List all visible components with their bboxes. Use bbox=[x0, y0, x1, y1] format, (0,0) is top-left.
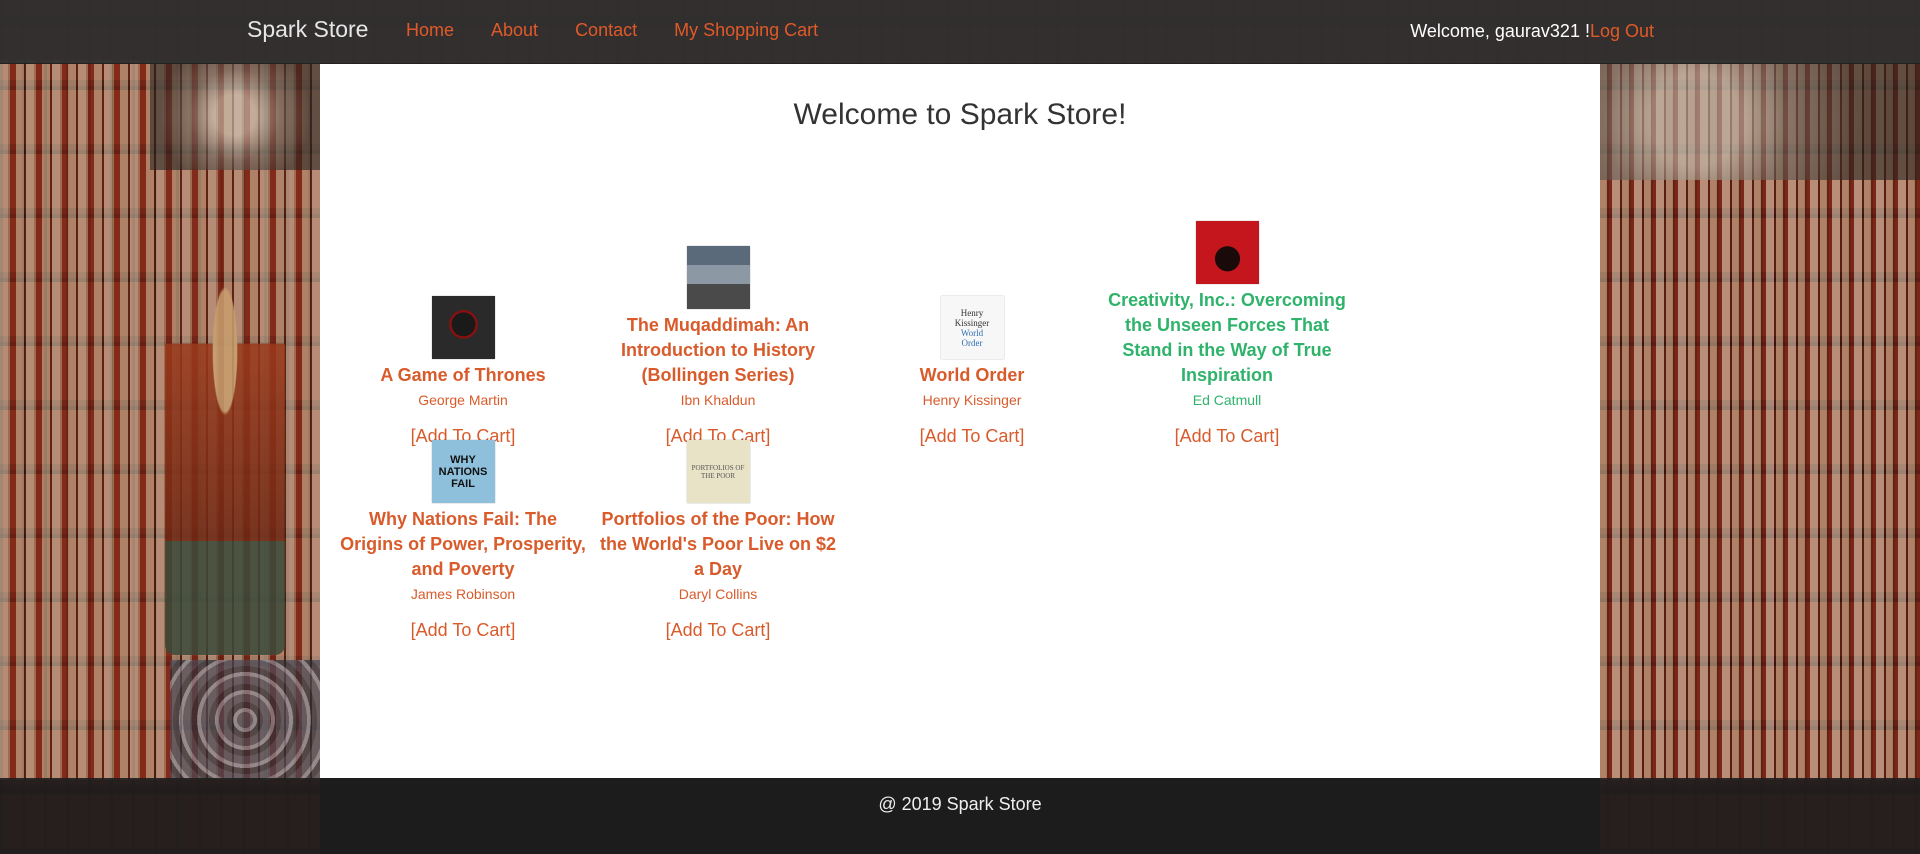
welcome-text: Welcome, gaurav321 ! bbox=[1410, 21, 1590, 41]
book-cover-image[interactable] bbox=[431, 296, 495, 359]
cover-text: Henry bbox=[960, 307, 984, 318]
product-title-link[interactable]: Creativity, Inc.: Overcoming the Unseen … bbox=[1102, 288, 1352, 388]
product-author: Ed Catmull bbox=[1192, 392, 1262, 408]
logout-link[interactable]: Log Out bbox=[1590, 21, 1654, 41]
nav-links: Home About Contact My Shopping Cart bbox=[406, 20, 855, 41]
footer: @ 2019 Spark Store bbox=[0, 778, 1920, 854]
cover-text: Kissinger bbox=[954, 317, 990, 328]
nav-shopping-cart[interactable]: My Shopping Cart bbox=[674, 20, 818, 41]
cover-text: FAIL bbox=[451, 477, 475, 490]
ornament-right bbox=[1600, 60, 1920, 180]
add-to-cart-link[interactable]: [Add To Cart] bbox=[411, 618, 516, 642]
cover-text: Order bbox=[961, 337, 983, 348]
product-card: WHY NATIONS FAIL Why Nations Fail: The O… bbox=[338, 364, 588, 642]
main-content: Welcome to Spark Store! A Game of Throne… bbox=[320, 63, 1600, 778]
cover-text: WHY bbox=[450, 453, 476, 466]
brand-link[interactable]: Spark Store bbox=[247, 16, 368, 43]
statue bbox=[165, 275, 285, 655]
nav-about[interactable]: About bbox=[491, 20, 538, 41]
user-area: Welcome, gaurav321 !Log Out bbox=[1410, 21, 1654, 42]
book-cover-image[interactable]: Henry Kissinger World Order bbox=[940, 296, 1004, 359]
add-to-cart-link[interactable]: [Add To Cart] bbox=[920, 424, 1025, 448]
nav-contact[interactable]: Contact bbox=[575, 20, 637, 41]
carved-pedestal bbox=[170, 660, 320, 780]
product-title-link[interactable]: Portfolios of the Poor: How the World's … bbox=[593, 507, 843, 582]
product-card: Henry Kissinger World Order World Order … bbox=[847, 220, 1097, 448]
book-cover-image[interactable] bbox=[1195, 221, 1259, 284]
cover-text: NATIONS bbox=[438, 465, 488, 478]
footer-copyright: @ 2019 Spark Store bbox=[878, 794, 1042, 814]
ornament-left bbox=[150, 60, 320, 170]
navbar: Spark Store Home About Contact My Shoppi… bbox=[0, 0, 1920, 64]
product-title-link[interactable]: World Order bbox=[920, 363, 1025, 388]
product-card: Creativity, Inc.: Overcoming the Unseen … bbox=[1102, 145, 1352, 448]
footer-inner: @ 2019 Spark Store bbox=[320, 778, 1600, 854]
book-cover-image[interactable]: WHY NATIONS FAIL bbox=[431, 440, 495, 503]
product-author: Henry Kissinger bbox=[922, 392, 1022, 408]
product-card: PORTFOLIOS OF THE POOR Portfolios of the… bbox=[593, 364, 843, 642]
book-cover-image[interactable]: PORTFOLIOS OF THE POOR bbox=[686, 440, 750, 503]
page-title: Welcome to Spark Store! bbox=[793, 98, 1127, 131]
nav-home[interactable]: Home bbox=[406, 20, 454, 41]
add-to-cart-link[interactable]: [Add To Cart] bbox=[1175, 424, 1280, 448]
cover-text: PORTFOLIOS OF THE POOR bbox=[691, 463, 745, 480]
product-author: James Robinson bbox=[410, 586, 516, 602]
add-to-cart-link[interactable]: [Add To Cart] bbox=[666, 618, 771, 642]
cover-text: World bbox=[960, 327, 984, 338]
product-title-link[interactable]: Why Nations Fail: The Origins of Power, … bbox=[338, 507, 588, 582]
book-cover-image[interactable] bbox=[686, 246, 750, 309]
product-author: Daryl Collins bbox=[678, 586, 758, 602]
